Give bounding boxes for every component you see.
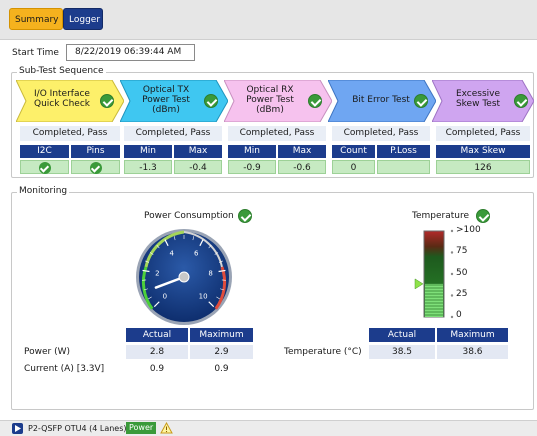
power-actual-value: 2.8 [126, 345, 188, 359]
col-header-i2c: I2C [20, 145, 69, 158]
pass-check-icon [100, 94, 114, 108]
gauge-tick-label: 0 [163, 293, 167, 301]
pass-check-icon [414, 94, 428, 108]
tab-summary[interactable]: Summary [9, 8, 63, 30]
max-skew-value: 126 [436, 160, 530, 174]
gauge-tick-label: 10 [199, 293, 208, 301]
col-header-max-skew: Max Skew [436, 145, 530, 158]
power-col-actual: Actual [126, 328, 188, 342]
gauge-hub [178, 271, 190, 283]
pass-check-icon [238, 209, 252, 223]
pass-check-icon [38, 162, 51, 174]
power-badge: Power [126, 422, 157, 434]
temperature-pointer-icon [414, 278, 424, 290]
gauge-tick-label: 6 [194, 249, 199, 257]
start-time-label: Start Time [12, 48, 59, 58]
col-header-rx-min: Min [228, 145, 276, 158]
gauge-tick-label: 2 [155, 269, 159, 277]
col-header-count: Count [332, 145, 375, 158]
step-label: I/O Interface [34, 89, 90, 99]
temperature-scale-label: 0 [456, 310, 462, 320]
step-optical-rx[interactable]: Optical RX Power Test (dBm) [224, 80, 332, 122]
temperature-maximum-value: 38.6 [437, 345, 508, 359]
col-header-ploss: P.Loss [377, 145, 430, 158]
step-label: Excessive [455, 89, 501, 99]
step-io-interface[interactable]: I/O Interface Quick Check [16, 80, 124, 122]
count-value: 0 [332, 160, 375, 174]
step-label: Power Test [246, 95, 294, 105]
pass-check-icon [476, 209, 490, 223]
temperature-tick [450, 251, 454, 254]
pass-check-icon [89, 162, 102, 174]
warning-icon [160, 422, 173, 434]
start-time-field: 8/22/2019 06:39:44 AM [66, 44, 195, 61]
step-status: Completed, Pass [20, 126, 120, 141]
col-header-tx-max: Max [174, 145, 222, 158]
i2c-result [20, 160, 69, 174]
temperature-col-actual: Actual [369, 328, 435, 342]
current-row-label: Current (A) [3.3V] [24, 364, 105, 374]
temperature-scale-label: 25 [456, 289, 468, 299]
step-bit-error[interactable]: Bit Error Test [328, 80, 436, 122]
step-status: Completed, Pass [332, 126, 430, 141]
temperature-tick [450, 272, 454, 276]
temperature-title: Temperature [412, 211, 470, 221]
step-label: Optical RX [246, 85, 294, 95]
sub-test-sequence-title: Sub-Test Sequence [17, 66, 106, 76]
step-status: Completed, Pass [228, 126, 326, 141]
step-status: Completed, Pass [124, 126, 222, 141]
tx-min-value: -1.3 [124, 160, 172, 174]
ploss-value [377, 160, 430, 174]
current-actual-value: 0.9 [149, 364, 165, 374]
monitoring-title: Monitoring [17, 186, 70, 196]
temperature-actual-value: 38.5 [369, 345, 435, 359]
step-label: Skew Test [455, 99, 501, 109]
power-col-maximum: Maximum [190, 328, 253, 342]
step-status: Completed, Pass [436, 126, 530, 141]
power-row-label: Power (W) [24, 347, 70, 357]
rx-max-value: -0.6 [278, 160, 326, 174]
tx-max-value: -0.4 [174, 160, 222, 174]
temperature-scale-label: >100 [456, 225, 481, 235]
power-maximum-value: 2.9 [190, 345, 253, 359]
pass-check-icon [308, 94, 322, 108]
step-label: (dBm) [152, 105, 180, 115]
power-gauge: 0 2 4 6 8 10 [136, 229, 232, 325]
step-label: (dBm) [256, 105, 284, 115]
gauge-tick-label: 8 [208, 269, 212, 277]
step-label: Quick Check [34, 99, 90, 109]
temperature-tick [450, 294, 454, 297]
col-header-rx-max: Max [278, 145, 326, 158]
step-optical-tx[interactable]: Optical TX Power Test (dBm) [120, 80, 228, 122]
temperature-ticks [450, 229, 454, 319]
gauge-tick-label: 4 [170, 249, 175, 257]
step-label: Power Test [142, 95, 190, 105]
step-label: Optical TX [142, 85, 190, 95]
pass-check-icon [204, 94, 218, 108]
step-label: Bit Error Test [352, 95, 410, 105]
temperature-scale-label: 75 [456, 246, 468, 256]
device-icon [12, 423, 23, 434]
temperature-tick [450, 315, 454, 319]
pins-result [71, 160, 120, 174]
temperature-col-maximum: Maximum [437, 328, 508, 342]
step-excessive-skew[interactable]: Excessive Skew Test [432, 80, 534, 122]
pass-check-icon [514, 94, 528, 108]
device-label: P2-QSFP OTU4 (4 Lanes) [28, 424, 127, 433]
power-consumption-title: Power Consumption [144, 211, 234, 221]
col-header-tx-min: Min [124, 145, 172, 158]
temperature-scale-label: 50 [456, 268, 468, 278]
col-header-pins: Pins [71, 145, 120, 158]
tab-logger[interactable]: Logger [63, 8, 103, 30]
temperature-scale: >100 75 50 25 0 [456, 224, 506, 324]
current-maximum-value: 0.9 [214, 364, 229, 374]
temperature-tick [450, 229, 454, 233]
temperature-row-label: Temperature (°C) [284, 347, 362, 357]
rx-min-value: -0.9 [228, 160, 276, 174]
